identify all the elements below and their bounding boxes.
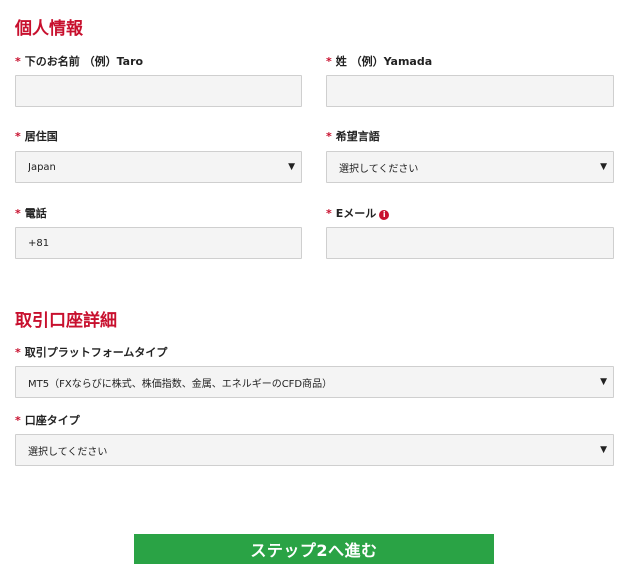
required-mark: * (15, 207, 21, 220)
country-label: * 居住国 (15, 128, 58, 144)
required-mark: * (15, 130, 21, 143)
required-mark: * (15, 55, 21, 68)
account-type-label: * 口座タイプ (15, 412, 80, 428)
email-label: * Eメール i (326, 205, 390, 221)
email-input[interactable] (326, 227, 614, 259)
required-mark: * (326, 207, 332, 220)
country-value: Japan (28, 161, 56, 173)
platform-label-text: 取引プラットフォームタイプ (24, 346, 168, 359)
account-type-label-text: 口座タイプ (24, 414, 80, 427)
email-label-text: Eメール (335, 207, 377, 220)
first-name-label-text: 下のお名前 （例）Taro (24, 55, 144, 68)
account-type-value: 選択してください (28, 446, 108, 458)
platform-label: * 取引プラットフォームタイプ (15, 344, 167, 360)
phone-label-text: 電話 (24, 207, 47, 220)
country-label-text: 居住国 (24, 130, 58, 143)
account-details-title: 取引口座詳細 (15, 311, 117, 331)
language-value: 選択してください (339, 163, 419, 175)
phone-input[interactable]: +81 (15, 227, 302, 259)
chevron-down-icon: ▼ (600, 445, 607, 455)
country-select[interactable]: Japan ▼ (15, 151, 302, 183)
language-label-text: 希望言語 (335, 130, 380, 143)
chevron-down-icon: ▼ (600, 162, 607, 172)
info-icon[interactable]: i (379, 210, 390, 220)
required-mark: * (15, 414, 21, 427)
last-name-label-text: 姓 （例）Yamada (335, 55, 433, 68)
next-step-button[interactable]: ステップ2へ進む (134, 534, 494, 564)
first-name-input[interactable] (15, 75, 302, 107)
phone-value: +81 (28, 237, 50, 249)
first-name-label: * 下のお名前 （例）Taro (15, 53, 143, 69)
required-mark: * (326, 130, 332, 143)
personal-info-title: 個人情報 (15, 19, 83, 39)
platform-value: MT5（FXならびに株式、株価指数、金属、エネルギーのCFD商品） (28, 378, 333, 390)
language-label: * 希望言語 (326, 128, 380, 144)
last-name-label: * 姓 （例）Yamada (326, 53, 432, 69)
language-select[interactable]: 選択してください ▼ (326, 151, 614, 183)
account-type-select[interactable]: 選択してください ▼ (15, 434, 614, 466)
chevron-down-icon: ▼ (600, 377, 607, 387)
chevron-down-icon: ▼ (288, 162, 295, 172)
platform-select[interactable]: MT5（FXならびに株式、株価指数、金属、エネルギーのCFD商品） ▼ (15, 366, 614, 398)
phone-label: * 電話 (15, 205, 47, 221)
required-mark: * (326, 55, 332, 68)
last-name-input[interactable] (326, 75, 614, 107)
required-mark: * (15, 346, 21, 359)
